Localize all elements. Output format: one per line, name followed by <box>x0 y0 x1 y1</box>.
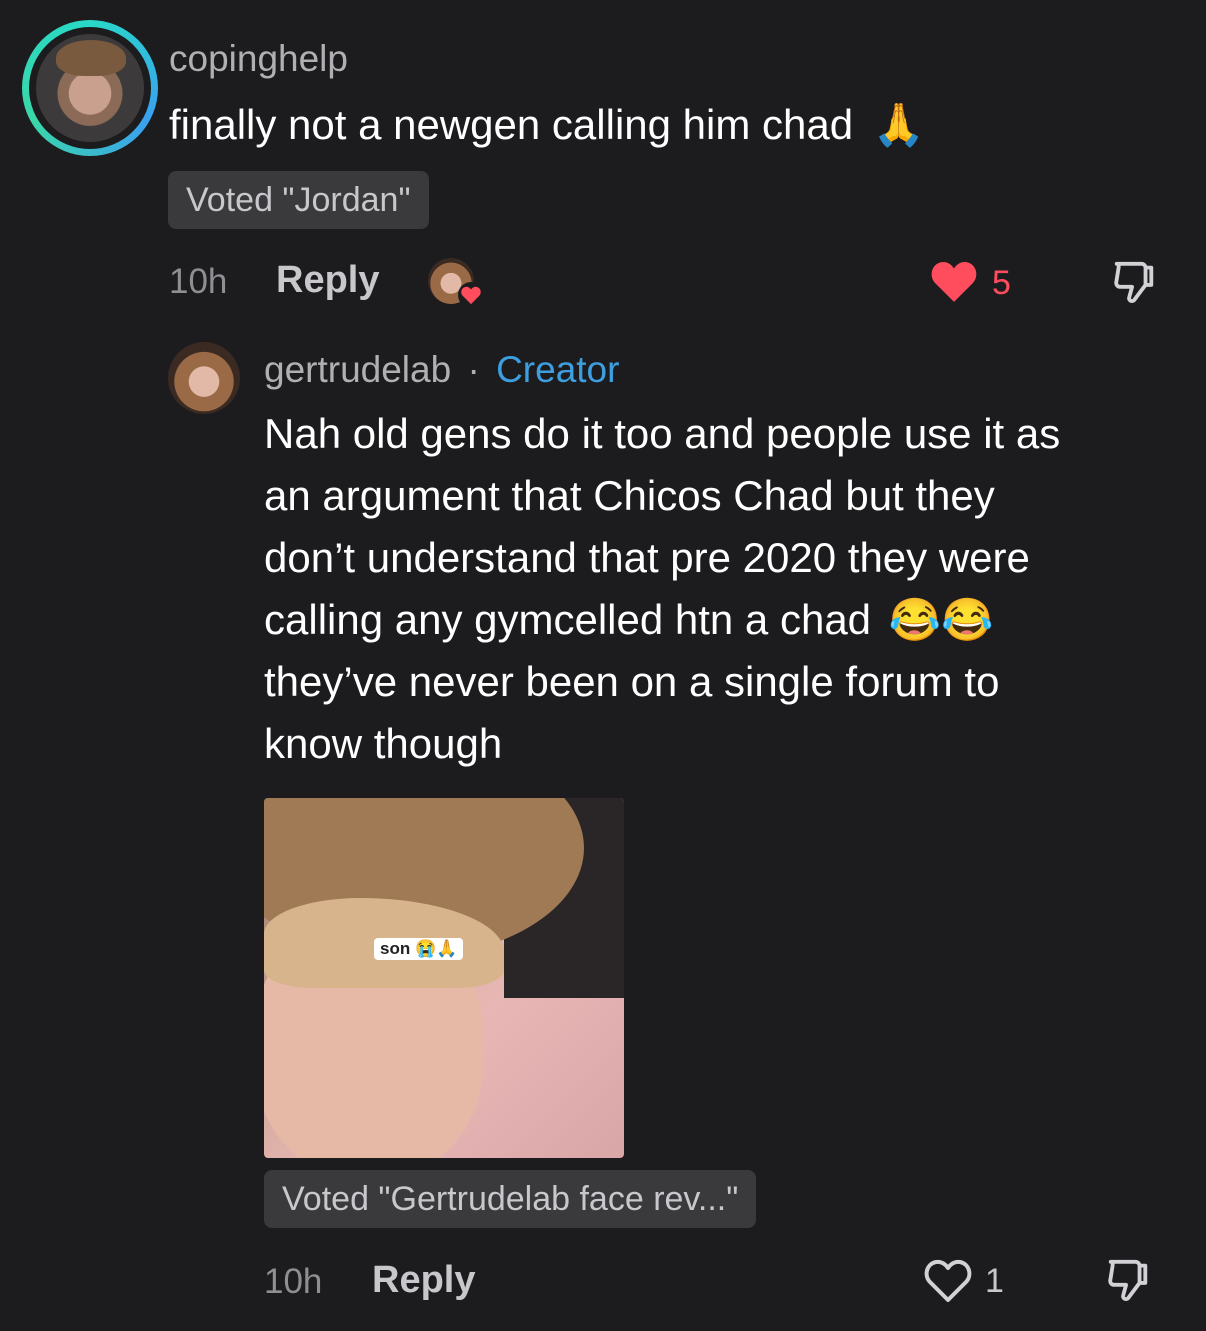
reply-text-line: an argument that Chicos Chad but they <box>264 472 995 519</box>
avatar[interactable] <box>22 20 158 156</box>
like-button[interactable] <box>928 258 980 309</box>
creator-badge: Creator <box>496 349 620 390</box>
laughing-emoji: 😂😂 <box>888 596 994 643</box>
reply-header: gertrudelab · Creator <box>264 349 619 391</box>
reply-reply-button[interactable]: Reply <box>372 1259 475 1302</box>
reply-button[interactable]: Reply <box>276 259 379 302</box>
reply-text: Nah old gens do it too and people use it… <box>264 403 1184 775</box>
thumbs-down-icon[interactable] <box>1108 258 1160 308</box>
thumbs-down-icon[interactable] <box>1102 1256 1154 1306</box>
reply-vote-badge: Voted "Gertrudelab face rev..." <box>264 1170 757 1228</box>
reply-like-count: 1 <box>985 1262 1004 1300</box>
creator-heart-icon <box>458 282 484 308</box>
reply-text-segment: calling any gymcelled htn a chad <box>264 596 872 643</box>
comment-timestamp: 10h <box>169 262 228 301</box>
comment-text: finally not a newgen calling him chad 🙏 <box>169 94 925 156</box>
image-caption: son 😭🙏 <box>374 938 464 960</box>
reply-avatar[interactable] <box>168 342 240 414</box>
heart-outline-icon[interactable] <box>922 1256 974 1304</box>
reply-dislike-button[interactable] <box>1102 1256 1154 1311</box>
comment-username[interactable]: copinghelp <box>169 38 348 80</box>
separator-dot: · <box>467 349 480 390</box>
vote-badge: Voted "Jordan" <box>168 171 429 229</box>
reply-text-line: don’t understand that pre 2020 they were <box>264 534 1030 581</box>
heart-filled-icon[interactable] <box>928 258 980 304</box>
dislike-button[interactable] <box>1108 258 1160 313</box>
reply-username[interactable]: gertrudelab <box>264 349 451 390</box>
reply-text-line: calling any gymcelled htn a chad 😂😂 <box>264 589 1184 651</box>
reply-image[interactable]: son 😭🙏 <box>264 798 624 1158</box>
like-count: 5 <box>992 264 1011 302</box>
avatar-photo <box>36 34 144 142</box>
reply-timestamp: 10h <box>264 1262 323 1301</box>
comment-text-body: finally not a newgen calling him chad <box>169 101 854 148</box>
reply-text-line: Nah old gens do it too and people use it… <box>264 410 1061 457</box>
reply-text-line: know though <box>264 720 503 767</box>
pray-emoji: 🙏 <box>872 101 926 148</box>
reply-like-button[interactable] <box>922 1256 974 1309</box>
reply-text-line: they’ve never been on a single forum to <box>264 658 1000 705</box>
